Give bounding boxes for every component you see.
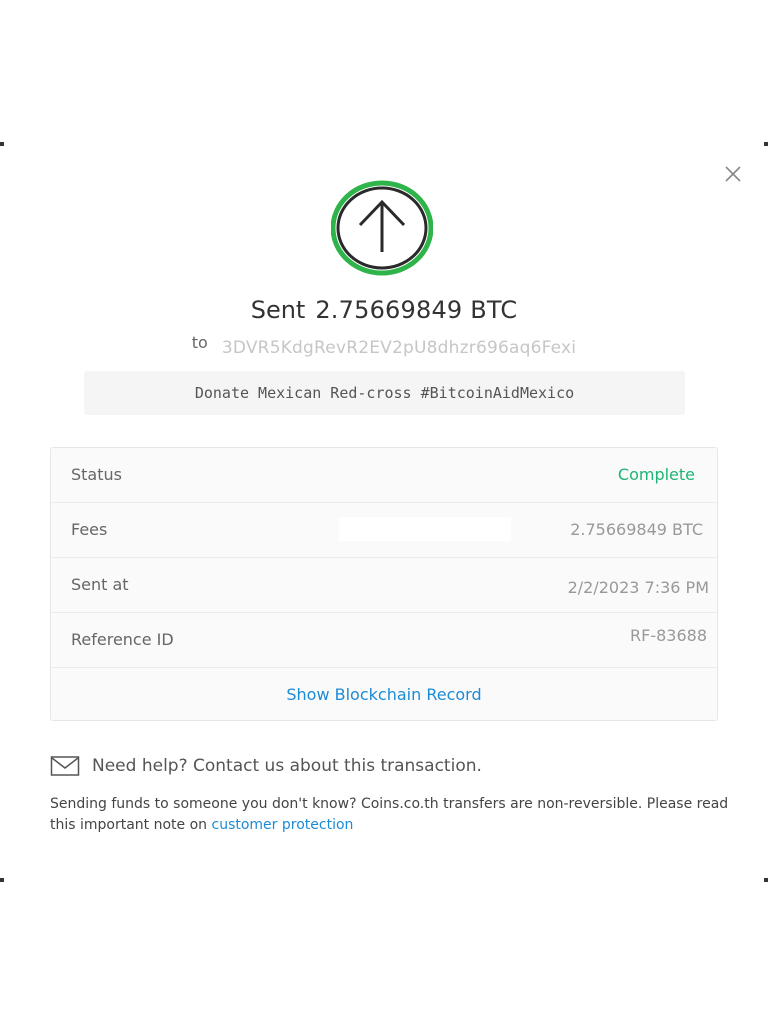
modal-corner bbox=[764, 878, 768, 882]
redaction-block bbox=[339, 517, 511, 541]
reference-value: RF-83688 bbox=[630, 626, 707, 645]
disclaimer: Sending funds to someone you don't know?… bbox=[50, 794, 730, 836]
status-row: Status Complete bbox=[51, 448, 717, 503]
blockchain-row: Show Blockchain Record bbox=[51, 668, 717, 722]
details-table: Status Complete Fees 2.75669849 BTC Sent… bbox=[50, 447, 718, 721]
envelope-icon bbox=[50, 756, 80, 776]
modal-corner bbox=[0, 142, 4, 146]
fees-row: Fees 2.75669849 BTC bbox=[51, 503, 717, 558]
fees-value: 2.75669849 BTC bbox=[570, 520, 703, 539]
transaction-memo: Donate Mexican Red-cross #BitcoinAidMexi… bbox=[84, 371, 685, 415]
modal-corner bbox=[0, 878, 4, 882]
transaction-modal: Sent 2.75669849 BTC to 3DVR5KdgRevR2EV2pU8… bbox=[0, 142, 768, 882]
fees-label: Fees bbox=[71, 520, 108, 539]
disclaimer-text: Sending funds to someone you don't know?… bbox=[50, 796, 729, 833]
arrow-up-icon bbox=[331, 180, 433, 276]
sent-at-row: Sent at 2/2/2023 7:36 PM bbox=[51, 558, 717, 613]
help-line[interactable]: Need help? Contact us about this transac… bbox=[50, 755, 482, 777]
transaction-headline: Sent 2.75669849 BTC bbox=[0, 296, 768, 324]
sent-at-value: 2/2/2023 7:36 PM bbox=[567, 578, 709, 597]
status-label: Status bbox=[71, 465, 122, 484]
recipient-address: 3DVR5KdgRevR2EV2pU8dhzr696aq6Fexi bbox=[221, 338, 577, 358]
sent-status-icon bbox=[331, 180, 433, 276]
reference-label: Reference ID bbox=[71, 630, 174, 649]
recipient-line: to 3DVR5KdgRevR2EV2pU8dhzr696aq6Fexi bbox=[0, 333, 768, 358]
show-blockchain-record-link[interactable]: Show Blockchain Record bbox=[51, 685, 717, 704]
amount-value: 2.75669849 BTC bbox=[315, 296, 518, 324]
help-text[interactable]: Need help? Contact us about this transac… bbox=[92, 756, 482, 776]
close-icon[interactable] bbox=[722, 163, 744, 185]
customer-protection-link[interactable]: customer protection bbox=[212, 817, 354, 833]
sent-at-label: Sent at bbox=[71, 575, 129, 594]
to-label: to bbox=[191, 333, 208, 352]
modal-corner bbox=[764, 142, 768, 146]
reference-row: Reference ID RF-83688 bbox=[51, 613, 717, 668]
direction-label: Sent bbox=[250, 296, 306, 324]
status-badge: Complete bbox=[617, 465, 695, 484]
close-button[interactable] bbox=[722, 163, 744, 185]
